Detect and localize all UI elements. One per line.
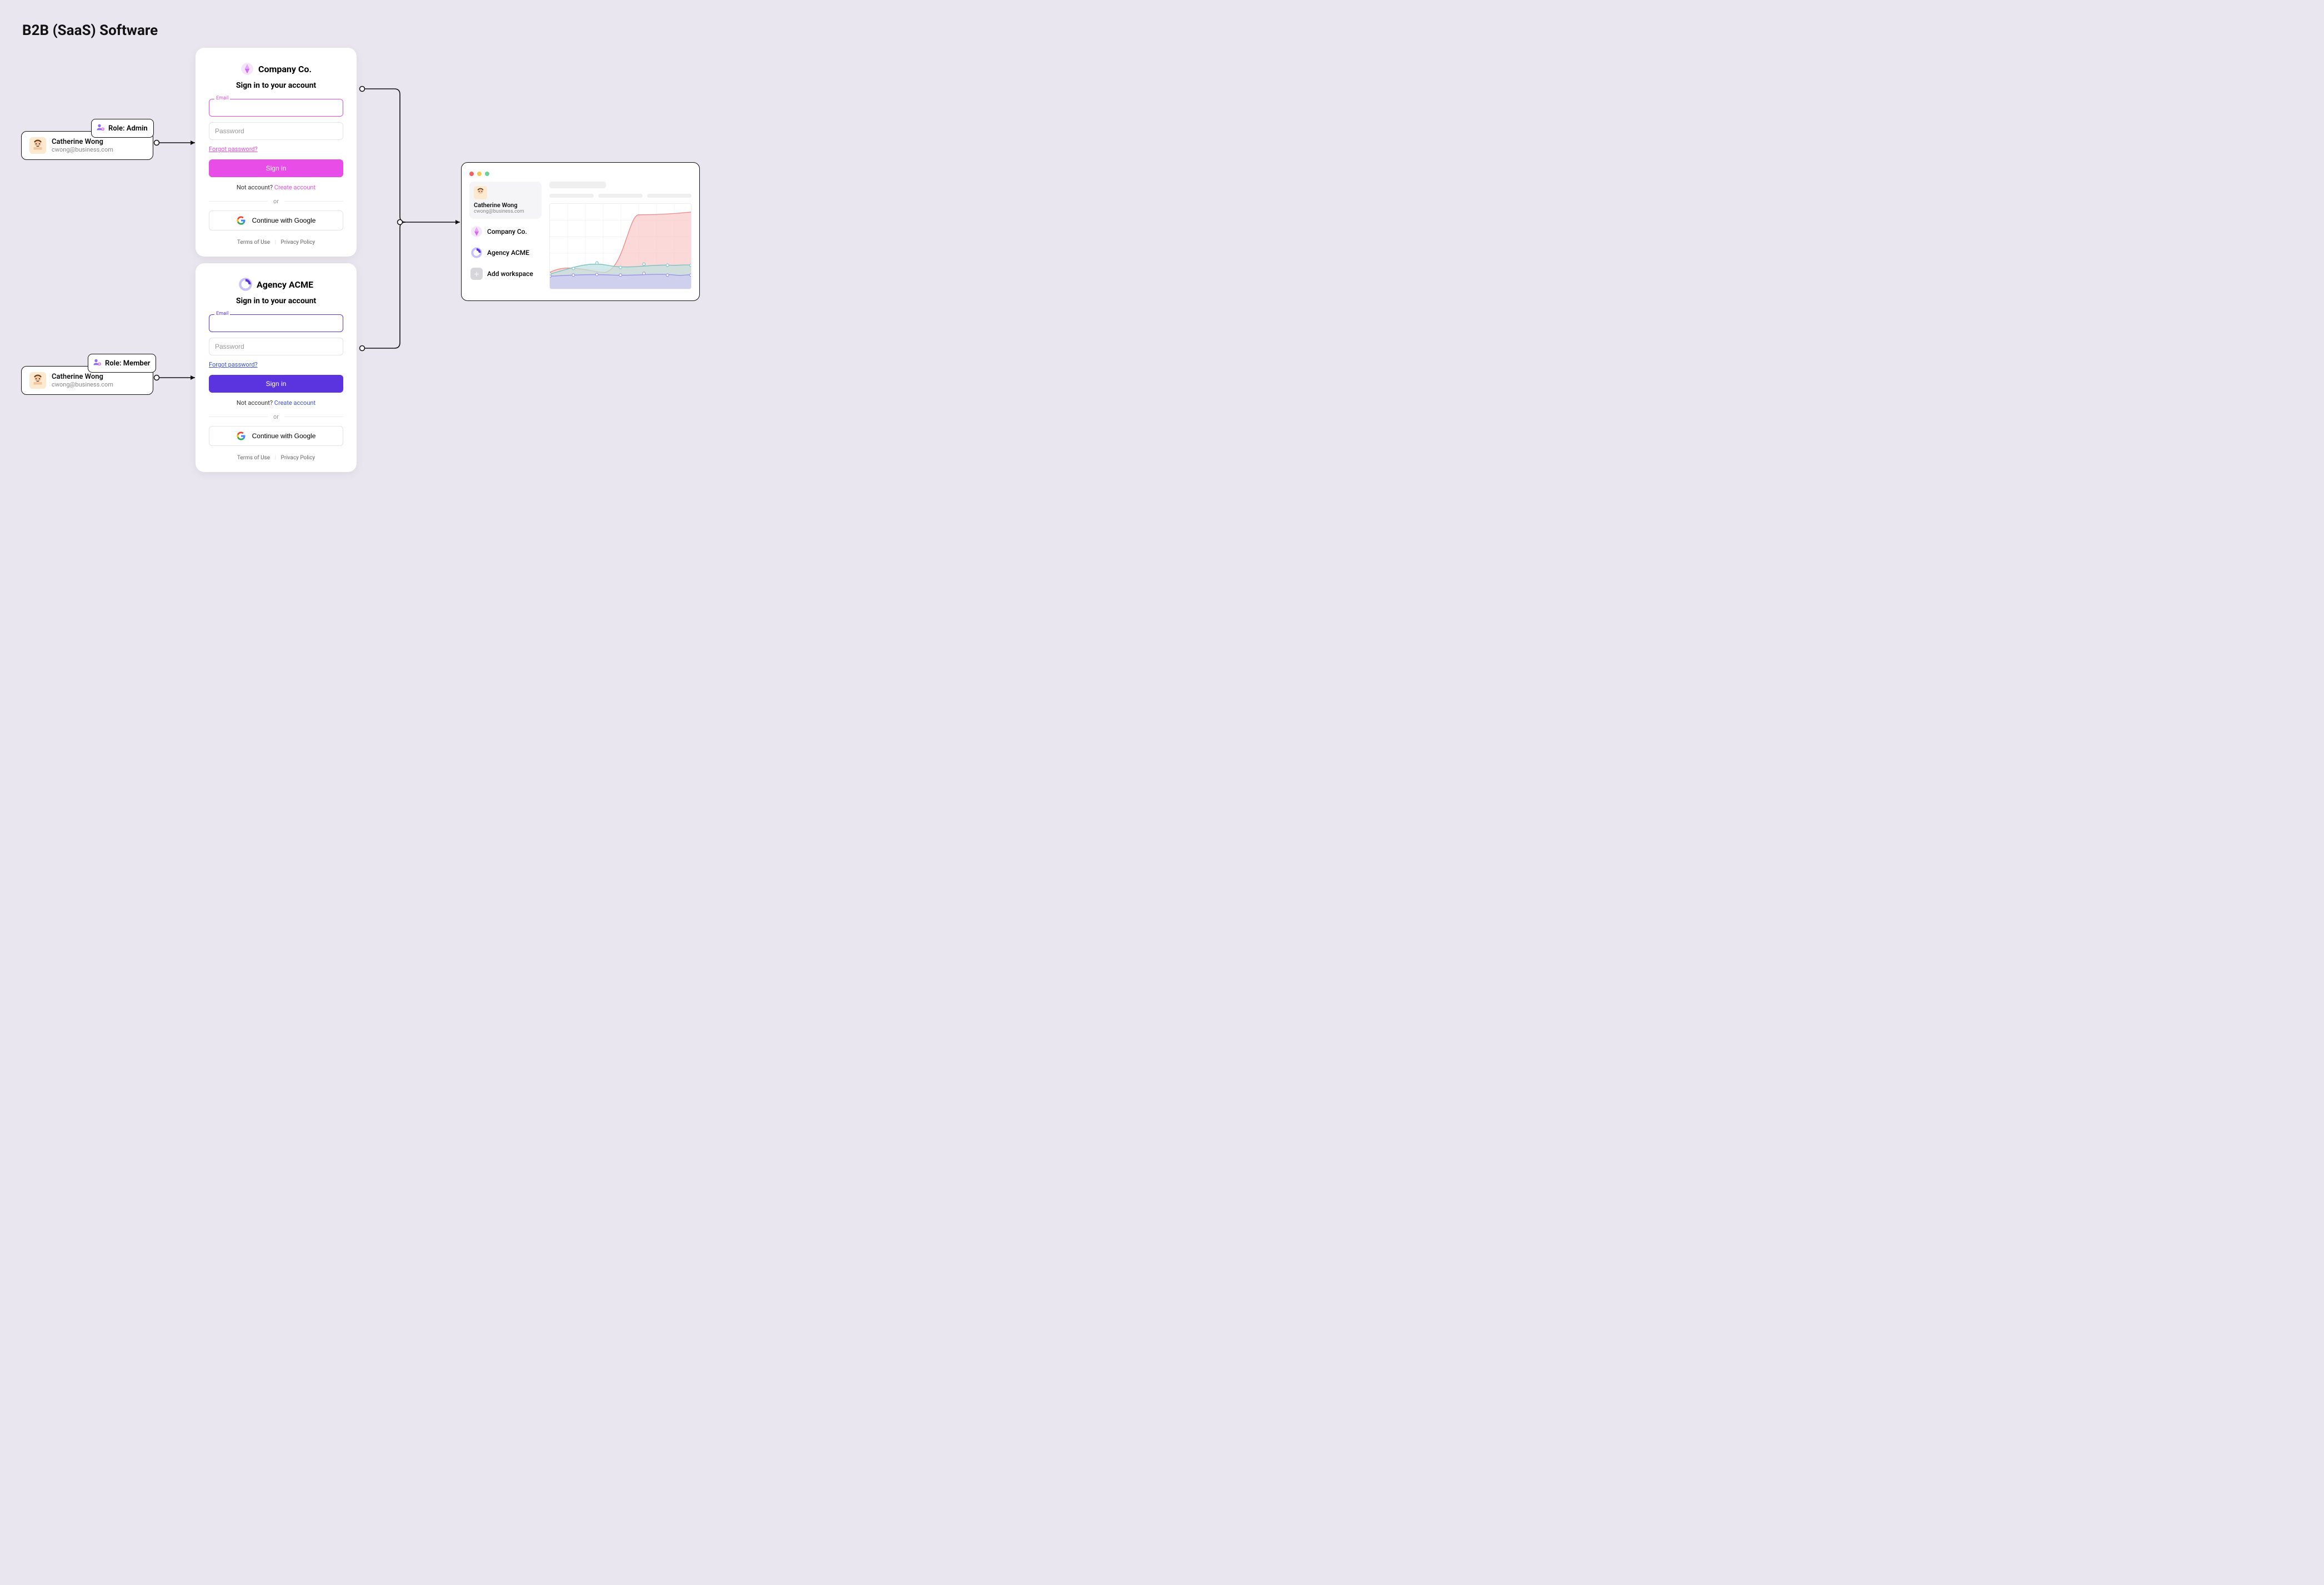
email-field[interactable] xyxy=(209,99,343,117)
user-name: Catherine Wong xyxy=(52,373,113,382)
user-email: cwong@business.com xyxy=(52,381,113,388)
user-name: Catherine Wong xyxy=(52,138,113,147)
window-controls xyxy=(462,169,699,182)
password-field[interactable] xyxy=(209,338,343,355)
role-icon xyxy=(93,358,102,369)
close-dot-icon[interactable] xyxy=(469,172,474,176)
terms-link[interactable]: Terms of Use xyxy=(237,455,270,461)
signin-button[interactable]: Sign in xyxy=(209,375,343,393)
workspace-item-company[interactable]: Company Co. xyxy=(469,223,542,240)
login-subtitle: Sign in to your account xyxy=(209,297,343,305)
plus-icon: + xyxy=(470,268,483,280)
forgot-password-link[interactable]: Forgot password? xyxy=(209,361,343,368)
placeholder-bar xyxy=(549,194,594,198)
no-account-text: Not account? xyxy=(237,399,274,407)
continue-with-google-button[interactable]: Continue with Google xyxy=(209,426,343,446)
add-workspace-button[interactable]: + Add workspace xyxy=(469,265,542,282)
email-field[interactable] xyxy=(209,314,343,332)
agency-acme-logo-icon xyxy=(239,278,252,291)
create-account-link[interactable]: Create account xyxy=(274,399,315,407)
placeholder-bar xyxy=(549,182,606,188)
email-label: Email xyxy=(214,96,230,101)
avatar xyxy=(29,372,46,389)
chart-placeholder xyxy=(549,203,692,289)
password-field[interactable] xyxy=(209,122,343,140)
avatar xyxy=(29,137,46,154)
or-separator: or xyxy=(273,198,279,205)
role-badge-admin: Role: Admin xyxy=(91,119,154,138)
brand-name: Company Co. xyxy=(258,64,312,74)
placeholder-bar xyxy=(647,194,692,198)
user-email: cwong@business.com xyxy=(474,209,537,214)
role-icon xyxy=(96,123,105,134)
avatar xyxy=(474,186,487,199)
continue-with-google-button[interactable]: Continue with Google xyxy=(209,210,343,230)
page-title: B2B (SaaS) Software xyxy=(22,22,158,39)
login-card-company: Company Co. Sign in to your account Emai… xyxy=(196,48,357,257)
sidebar-user-card[interactable]: Catherine Wong cwong@business.com xyxy=(469,182,542,219)
or-separator: or xyxy=(273,413,279,420)
email-label: Email xyxy=(214,311,230,317)
login-card-agency: Agency ACME Sign in to your account Emai… xyxy=(196,263,357,472)
minimize-dot-icon[interactable] xyxy=(477,172,482,176)
privacy-link[interactable]: Privacy Policy xyxy=(281,239,315,245)
dashboard-sidebar: Catherine Wong cwong@business.com Compan… xyxy=(469,182,542,289)
user-email: cwong@business.com xyxy=(52,146,113,153)
role-badge-member: Role: Member xyxy=(88,354,156,373)
login-subtitle: Sign in to your account xyxy=(209,81,343,90)
workspace-item-agency[interactable]: Agency ACME xyxy=(469,244,542,261)
forgot-password-link[interactable]: Forgot password? xyxy=(209,146,343,153)
agency-acme-logo-icon xyxy=(470,247,483,259)
create-account-link[interactable]: Create account xyxy=(274,184,315,191)
terms-link[interactable]: Terms of Use xyxy=(237,239,270,245)
maximize-dot-icon[interactable] xyxy=(485,172,489,176)
company-co-logo-icon xyxy=(241,62,254,76)
user-name: Catherine Wong xyxy=(474,202,537,209)
google-icon xyxy=(237,216,246,225)
role-label: Role: Admin xyxy=(108,124,148,133)
signin-button[interactable]: Sign in xyxy=(209,159,343,177)
brand-name: Agency ACME xyxy=(257,279,313,290)
workspace-label: Company Co. xyxy=(487,228,527,235)
role-label: Role: Member xyxy=(105,359,150,368)
privacy-link[interactable]: Privacy Policy xyxy=(281,455,315,461)
no-account-text: Not account? xyxy=(237,184,274,191)
workspace-label: Agency ACME xyxy=(487,249,529,257)
add-workspace-label: Add workspace xyxy=(487,270,533,278)
google-button-label: Continue with Google xyxy=(252,432,316,440)
placeholder-bar xyxy=(598,194,643,198)
google-button-label: Continue with Google xyxy=(252,217,316,224)
dashboard-window: Catherine Wong cwong@business.com Compan… xyxy=(461,162,700,301)
company-co-logo-icon xyxy=(470,225,483,238)
google-icon xyxy=(237,432,246,440)
